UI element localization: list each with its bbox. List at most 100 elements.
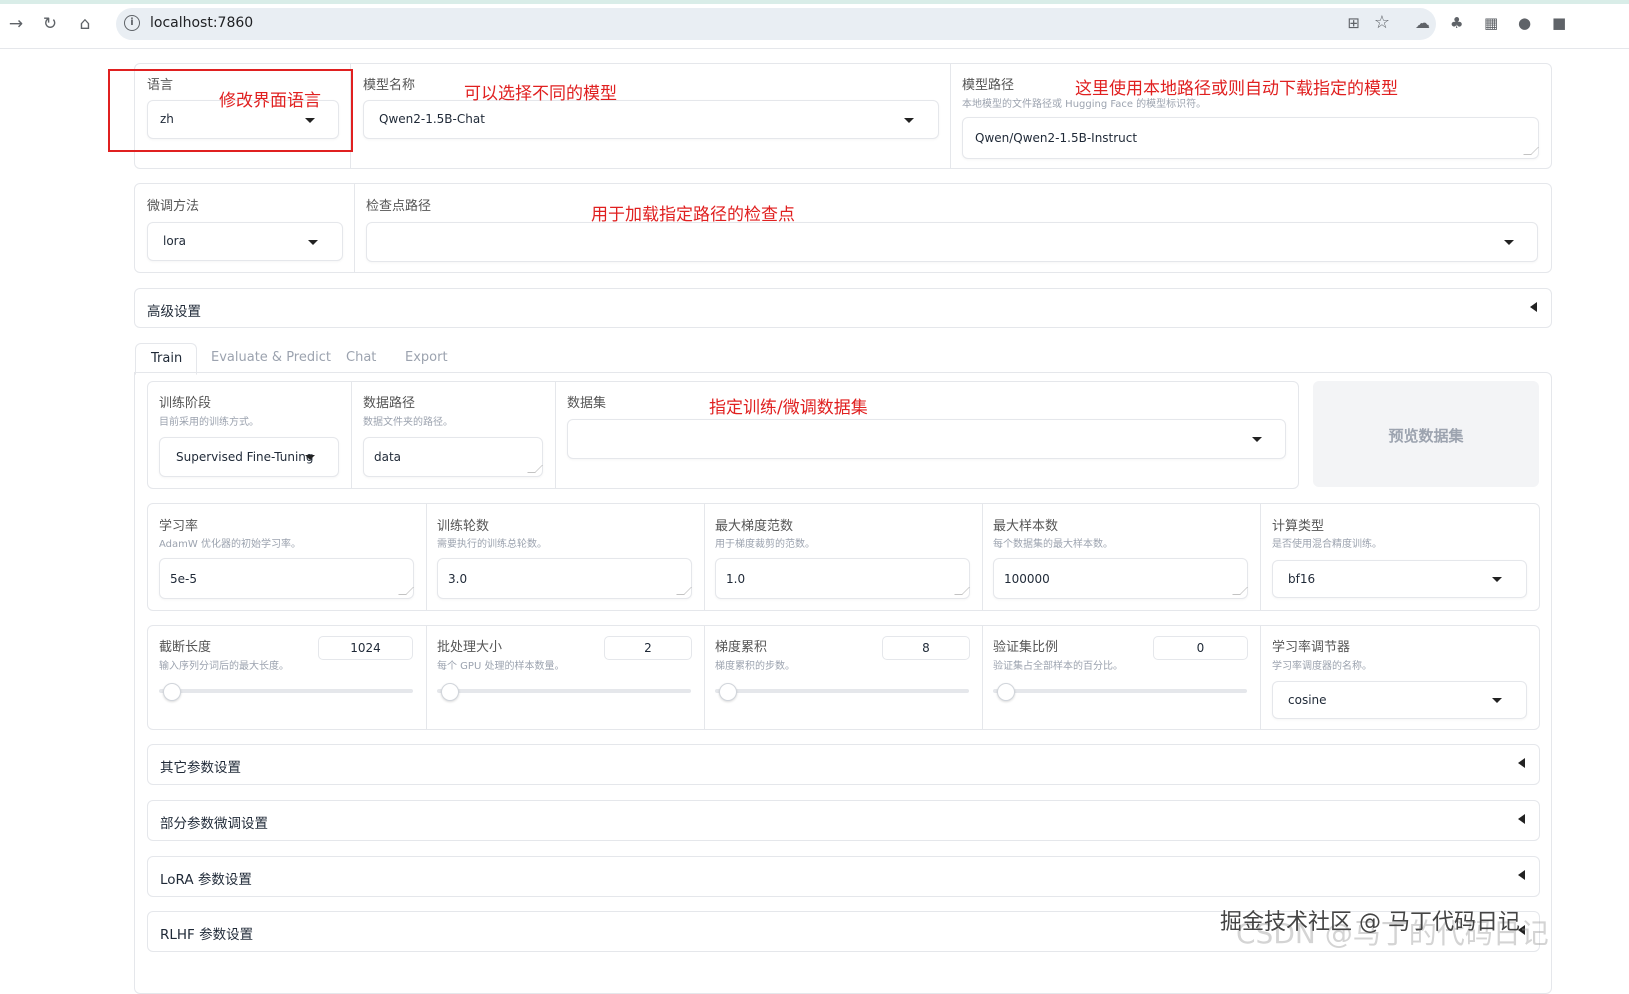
collapse-arrow-icon (1518, 870, 1525, 880)
chevron-down-icon (1492, 698, 1502, 703)
epochs-value: 3.0 (448, 572, 468, 586)
model-name-dropdown[interactable]: Qwen2-1.5B-Chat (363, 100, 939, 139)
extension-leaf-icon[interactable]: ♣ (1450, 14, 1463, 32)
chevron-down-icon (1504, 240, 1514, 245)
resize-handle-icon[interactable] (954, 587, 970, 595)
data-dir-input[interactable]: data (363, 437, 543, 477)
dataset-dropdown[interactable] (567, 419, 1286, 459)
tab-train-label: Train (151, 351, 183, 366)
cutoff-len-number[interactable]: 1024 (318, 636, 413, 660)
resize-handle-icon[interactable] (1523, 147, 1539, 155)
finetune-method-value: lora (163, 234, 186, 248)
divider (982, 626, 983, 729)
preview-dataset-button[interactable]: 预览数据集 (1313, 381, 1539, 487)
finetune-method-dropdown[interactable]: lora (147, 222, 343, 261)
site-info-icon[interactable]: i (124, 15, 140, 31)
compute-type-value: bf16 (1288, 572, 1316, 586)
compute-type-label: 计算类型 (1272, 519, 1325, 534)
batch-size-slider-thumb[interactable] (441, 683, 459, 701)
grad-accum-info: 梯度累积的步数。 (715, 661, 795, 672)
lr-scheduler-dropdown[interactable]: cosine (1272, 681, 1527, 719)
divider (354, 184, 355, 272)
learning-rate-input[interactable]: 5e-5 (159, 558, 414, 599)
annotation-dataset: 指定训练/微调数据集 (709, 398, 868, 418)
resize-handle-icon[interactable] (398, 587, 414, 595)
batch-size-number[interactable]: 2 (604, 636, 692, 660)
divider (704, 504, 705, 610)
advanced-settings-accordion[interactable]: 高级设置 (134, 288, 1552, 328)
collapse-arrow-icon (1518, 814, 1525, 824)
grad-accum-number[interactable]: 8 (882, 636, 970, 660)
max-grad-norm-input[interactable]: 1.0 (715, 558, 970, 599)
preview-dataset-label: 预览数据集 (1388, 427, 1464, 445)
home-icon[interactable]: ⌂ (75, 14, 95, 34)
compute-type-info: 是否使用混合精度训练。 (1272, 539, 1382, 550)
resize-handle-icon[interactable] (1232, 587, 1248, 595)
browser-toolbar: → ↻ ⌂ i localhost:7860 ⊞ ☆ ☁ ♣ ▦ ● ■ (0, 0, 1629, 49)
epochs-label: 训练轮数 (437, 519, 490, 534)
model-path-input[interactable]: Qwen/Qwen2-1.5B-Instruct (962, 117, 1539, 159)
training-stage-info: 目前采用的训练方式。 (159, 417, 259, 428)
learning-rate-info: AdamW 优化器的初始学习率。 (159, 539, 301, 550)
cutoff-len-label: 截断长度 (159, 640, 212, 655)
cutoff-len-slider-track[interactable] (159, 689, 413, 693)
training-stage-value: Supervised Fine-Tuning (176, 450, 314, 464)
epochs-info: 需要执行的训练总轮数。 (437, 539, 547, 550)
compute-type-dropdown[interactable]: bf16 (1272, 560, 1527, 598)
divider (982, 504, 983, 610)
data-dir-info: 数据文件夹的路径。 (363, 417, 453, 428)
bookmark-star-icon[interactable]: ☆ (1374, 12, 1390, 33)
training-stage-label: 训练阶段 (159, 396, 212, 411)
max-samples-value: 100000 (1004, 572, 1050, 586)
other-params-title: 其它参数设置 (160, 760, 241, 776)
chevron-down-icon (1252, 437, 1262, 442)
checkpoint-dropdown[interactable] (366, 222, 1538, 262)
forward-icon[interactable]: → (6, 14, 26, 34)
val-size-info: 验证集占全部样本的百分比。 (993, 661, 1123, 672)
url-text[interactable]: localhost:7860 (150, 15, 253, 31)
collapse-arrow-icon (1518, 758, 1525, 768)
grad-accum-slider-track[interactable] (715, 689, 969, 693)
profile-avatar-icon[interactable]: ● (1518, 14, 1531, 32)
model-path-value: Qwen/Qwen2-1.5B-Instruct (975, 131, 1138, 145)
divider (1260, 626, 1261, 729)
training-stage-dropdown[interactable]: Supervised Fine-Tuning (159, 437, 339, 477)
grad-accum-slider-thumb[interactable] (719, 683, 737, 701)
lora-params-title: LoRA 参数设置 (160, 872, 252, 888)
batch-size-slider-track[interactable] (437, 689, 691, 693)
divider (555, 382, 556, 488)
collapse-arrow-icon (1530, 302, 1537, 312)
translate-icon[interactable]: ⊞ (1347, 14, 1360, 32)
reload-icon[interactable]: ↻ (40, 14, 60, 34)
extension-cloud-icon[interactable]: ☁ (1415, 14, 1430, 32)
annotation-checkpoint: 用于加载指定路径的检查点 (591, 205, 795, 225)
address-bar[interactable]: i localhost:7860 ⊞ ☆ (116, 8, 1436, 40)
finetune-method-label: 微调方法 (147, 199, 200, 214)
divider (426, 504, 427, 610)
max-samples-input[interactable]: 100000 (993, 558, 1248, 599)
divider (950, 64, 951, 168)
tab-train[interactable]: Train (135, 343, 197, 375)
resize-handle-icon[interactable] (676, 587, 692, 595)
tab-chat[interactable]: Chat (346, 350, 376, 365)
tab-export[interactable]: Export (405, 350, 448, 365)
other-params-accordion[interactable]: 其它参数设置 (147, 744, 1540, 785)
tab-evaluate-predict[interactable]: Evaluate & Predict (211, 350, 331, 365)
max-samples-label: 最大样本数 (993, 519, 1059, 534)
freeze-params-title: 部分参数微调设置 (160, 816, 268, 832)
dataset-label: 数据集 (567, 396, 607, 411)
annotation-model: 可以选择不同的模型 (464, 84, 617, 104)
val-size-number[interactable]: 0 (1153, 636, 1248, 660)
lora-params-accordion[interactable]: LoRA 参数设置 (147, 856, 1540, 897)
resize-handle-icon[interactable] (527, 465, 543, 473)
annotation-language: 修改界面语言 (219, 91, 321, 111)
val-size-slider-thumb[interactable] (997, 683, 1015, 701)
cutoff-len-slider-thumb[interactable] (163, 683, 181, 701)
extension-puzzle-icon[interactable]: ■ (1552, 14, 1566, 32)
chevron-down-icon (308, 240, 318, 245)
divider (426, 626, 427, 729)
freeze-params-accordion[interactable]: 部分参数微调设置 (147, 800, 1540, 841)
epochs-input[interactable]: 3.0 (437, 558, 692, 599)
val-size-slider-track[interactable] (993, 689, 1247, 693)
extension-qr-icon[interactable]: ▦ (1484, 14, 1498, 32)
